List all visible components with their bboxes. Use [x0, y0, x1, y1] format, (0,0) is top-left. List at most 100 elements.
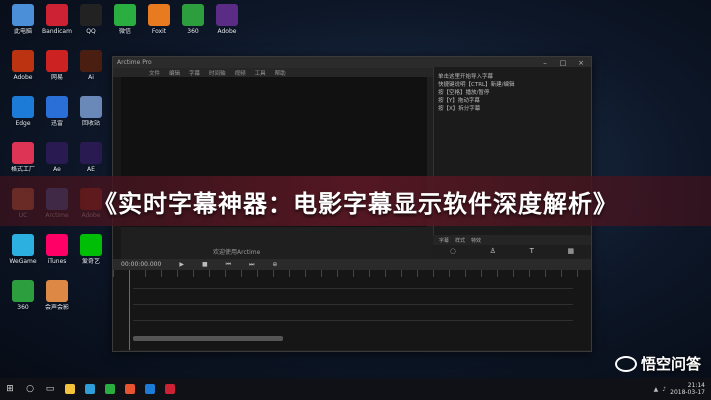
app-icon [46, 142, 68, 164]
desktop-icon-label: Adobe [13, 74, 33, 81]
menu-item[interactable]: 帮助 [275, 69, 286, 77]
window-title: Arctime Pro [117, 59, 152, 66]
app-icon [46, 50, 68, 72]
app-icon [80, 50, 102, 72]
app-icon [114, 4, 136, 26]
desktop-icon-label: 爱奇艺 [81, 258, 100, 265]
grid-icon[interactable]: ▦ [568, 247, 575, 255]
desktop-icon[interactable]: 会声会影 [40, 280, 74, 324]
app-icon [80, 4, 102, 26]
app-icon [46, 280, 68, 302]
desktop-icon[interactable]: 迅雷 [40, 96, 74, 140]
desktop-icon-label: Edge [15, 120, 31, 127]
panel-line: 快捷键说明【CTRL】新建/编辑 [438, 82, 515, 88]
desktop-icon-label: Bandicam [42, 28, 72, 35]
timecode: 00:00:00.000 [121, 261, 162, 268]
minimize-icon[interactable]: – [539, 59, 551, 67]
menu-item[interactable]: 文件 [149, 69, 160, 77]
stop-icon[interactable]: ■ [202, 261, 208, 268]
taskbar-app-icon[interactable] [80, 378, 100, 400]
taskbar-app-icon[interactable] [60, 378, 80, 400]
volume-icon[interactable]: ♪ [662, 386, 666, 393]
menu-item[interactable]: 时间轴 [209, 69, 226, 77]
playback-controls: 00:00:00.000 ▶ ■ ⏮ ⏭ ⊕ [113, 259, 591, 270]
desktop-icon[interactable]: 360 [6, 280, 40, 324]
app-icon [12, 50, 34, 72]
taskbar-app-icon[interactable] [140, 378, 160, 400]
timeline-scrollbar[interactable] [133, 336, 283, 341]
app-icon [80, 96, 102, 118]
desktop-icon-label: QQ [86, 28, 96, 35]
desktop-icon[interactable]: WeGame [6, 234, 40, 278]
clock[interactable]: 21:14 2018-03-17 [670, 382, 705, 396]
chat-icon[interactable]: ◌ [450, 247, 456, 255]
desktop-icon-label: iTunes [47, 258, 67, 265]
desktop-icon-label: 360 [187, 28, 199, 35]
desktop-icon[interactable]: 微信 [108, 4, 142, 48]
taskbar-app-icon[interactable] [120, 378, 140, 400]
timeline-track [133, 288, 573, 289]
desktop-icon[interactable]: 网易 [40, 50, 74, 94]
start-icon[interactable]: ⊞ [0, 378, 20, 400]
timeline-track [133, 304, 573, 305]
taskbar-app-icon[interactable] [100, 378, 120, 400]
play-icon[interactable]: ▶ [179, 261, 184, 268]
app-icon [46, 234, 68, 256]
tab-effect[interactable]: 特效 [471, 237, 481, 244]
maximize-icon[interactable]: □ [557, 59, 569, 67]
desktop-icon[interactable]: iTunes [40, 234, 74, 278]
clock-time: 21:14 [687, 382, 705, 389]
app-icon [12, 142, 34, 164]
desktop-icon[interactable]: Adobe [6, 50, 40, 94]
close-icon[interactable]: × [575, 59, 587, 67]
app-icon [12, 4, 34, 26]
app-icon [12, 96, 34, 118]
desktop-icon[interactable]: Ai [74, 50, 108, 94]
search-icon[interactable]: ○ [20, 378, 40, 400]
app-icon [46, 4, 68, 26]
taskbar: ⊞ ○ ▭ ▲ ♪ 21:14 2018-03-17 [0, 378, 711, 400]
person-icon[interactable]: ♙ [490, 247, 496, 255]
system-tray: ▲ ♪ 21:14 2018-03-17 [654, 382, 711, 396]
menu-item[interactable]: 字幕 [189, 69, 200, 77]
desktop-icon-label: 此电脑 [13, 28, 32, 35]
desktop-icon-label: Ae [53, 166, 61, 173]
desktop-icon[interactable]: Edge [6, 96, 40, 140]
prev-icon[interactable]: ⏮ [226, 261, 231, 269]
panel-tabs: 字幕 样式 特效 [433, 235, 591, 245]
panel-line: 按【X】拆分字幕 [438, 106, 481, 112]
desktop-icon-label: 微信 [118, 28, 131, 35]
app-icon [80, 234, 102, 256]
desktop-icon[interactable]: Foxit [142, 4, 176, 48]
menu-item[interactable]: 视频 [235, 69, 246, 77]
timeline-ruler [113, 270, 591, 277]
taskbar-app-icon[interactable] [160, 378, 180, 400]
app-icon [12, 280, 34, 302]
playhead[interactable] [129, 270, 130, 350]
app-icon [80, 142, 102, 164]
desktop-icon-label: 网易 [50, 74, 63, 81]
tab-subtitle[interactable]: 字幕 [439, 237, 449, 244]
desktop-icon[interactable]: Bandicam [40, 4, 74, 48]
timeline-track [133, 320, 573, 321]
panel-line: 单击这里开始导入字幕 [438, 74, 494, 80]
task-view-icon[interactable]: ▭ [40, 378, 60, 400]
tab-style[interactable]: 样式 [455, 237, 465, 244]
zoom-icon[interactable]: ⊕ [272, 261, 277, 268]
desktop-icon[interactable]: 回收站 [74, 96, 108, 140]
desktop-icon[interactable]: Adobe [210, 4, 244, 48]
next-icon[interactable]: ⏭ [249, 261, 254, 269]
app-icon [216, 4, 238, 26]
panel-line: 按【Y】拖动字幕 [438, 98, 480, 104]
app-icon [148, 4, 170, 26]
desktop-icon[interactable]: 此电脑 [6, 4, 40, 48]
desktop-icon[interactable]: 360 [176, 4, 210, 48]
text-icon[interactable]: T [530, 247, 534, 255]
timeline[interactable] [113, 270, 591, 350]
menu-item[interactable]: 编辑 [169, 69, 180, 77]
menu-item[interactable]: 工具 [255, 69, 266, 77]
network-icon[interactable]: ▲ [654, 386, 659, 393]
desktop-icon-label: 迅雷 [50, 120, 63, 127]
desktop-icon[interactable]: QQ [74, 4, 108, 48]
desktop-icon[interactable]: 爱奇艺 [74, 234, 108, 278]
